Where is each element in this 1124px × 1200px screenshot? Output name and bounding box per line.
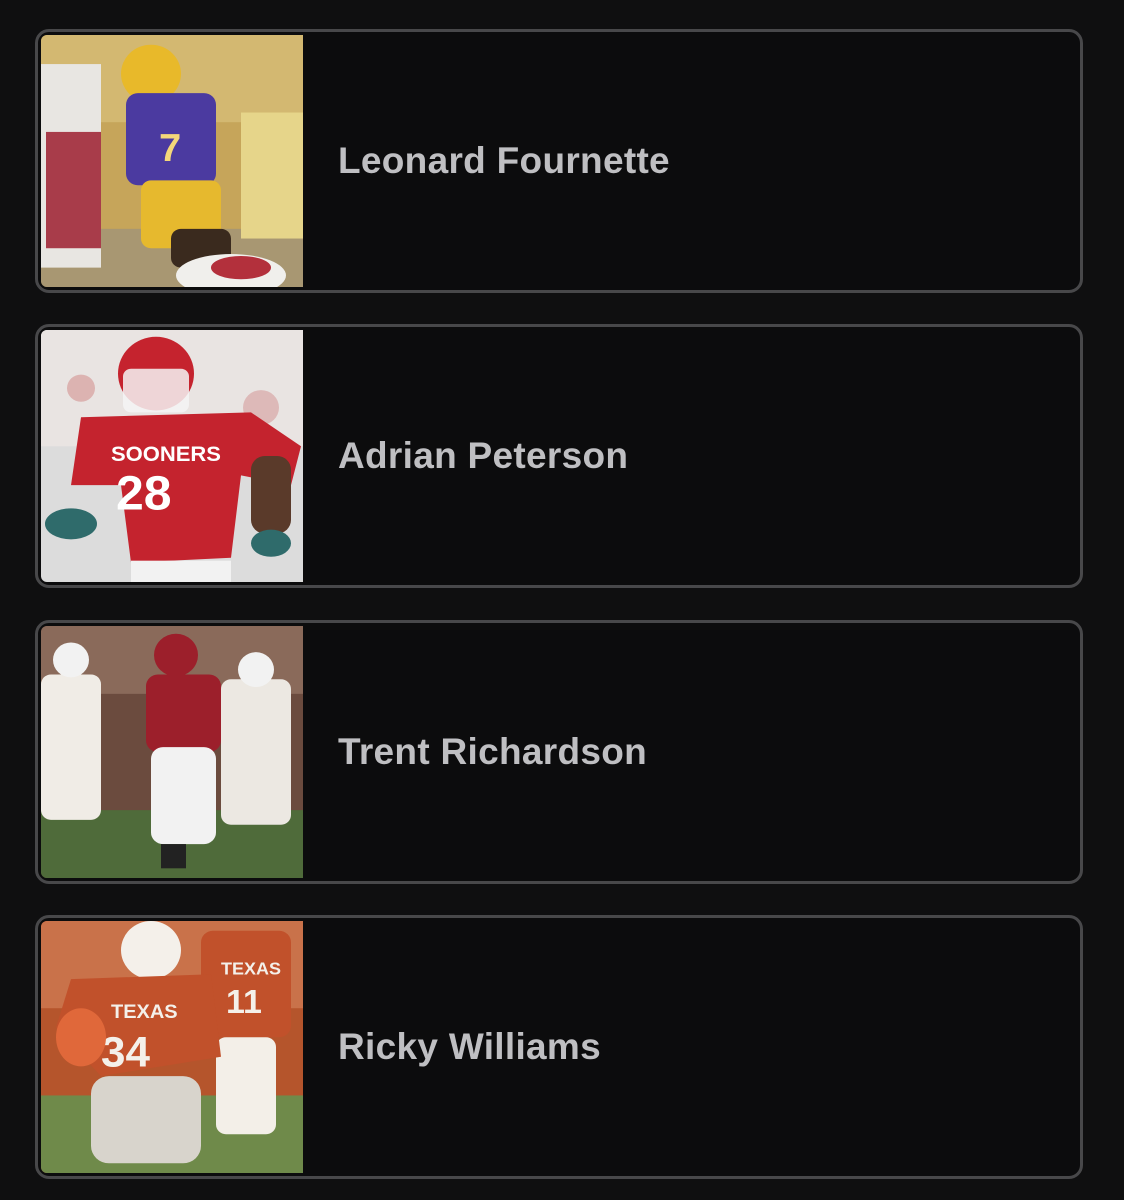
player-name: Ricky Williams	[338, 1026, 601, 1067]
player-photo: SOONERS 28	[41, 330, 303, 582]
player-name: Leonard Fournette	[338, 140, 670, 181]
player-photo: TEXAS 11 TEXAS 34	[41, 921, 303, 1173]
player-list: 7 Leonard Fournette SOONERS 28 Adrian Pe…	[0, 0, 1124, 1200]
svg-text:SOONERS: SOONERS	[111, 441, 221, 466]
player-photo-oklahoma-icon: SOONERS 28	[41, 330, 303, 582]
svg-text:11: 11	[226, 985, 262, 1021]
player-photo-lsu-icon: 7	[41, 35, 303, 287]
player-photo	[41, 626, 303, 878]
player-card-ricky-williams[interactable]: TEXAS 11 TEXAS 34 Ricky Williams	[35, 915, 1083, 1179]
player-card-trent-richardson[interactable]: Trent Richardson	[35, 620, 1083, 884]
player-card-leonard-fournette[interactable]: 7 Leonard Fournette	[35, 29, 1083, 293]
player-name: Trent Richardson	[338, 731, 648, 772]
player-name: Adrian Peterson	[338, 435, 629, 476]
svg-text:TEXAS: TEXAS	[111, 1001, 178, 1023]
svg-text:34: 34	[101, 1029, 150, 1076]
player-photo: 7	[41, 35, 303, 287]
player-photo-alabama-icon	[41, 626, 303, 878]
svg-text:7: 7	[159, 127, 181, 170]
player-photo-texas-icon: TEXAS 11 TEXAS 34	[41, 921, 303, 1173]
svg-text:28: 28	[116, 466, 172, 520]
svg-text:TEXAS: TEXAS	[221, 959, 281, 979]
player-card-adrian-peterson[interactable]: SOONERS 28 Adrian Peterson	[35, 324, 1083, 588]
